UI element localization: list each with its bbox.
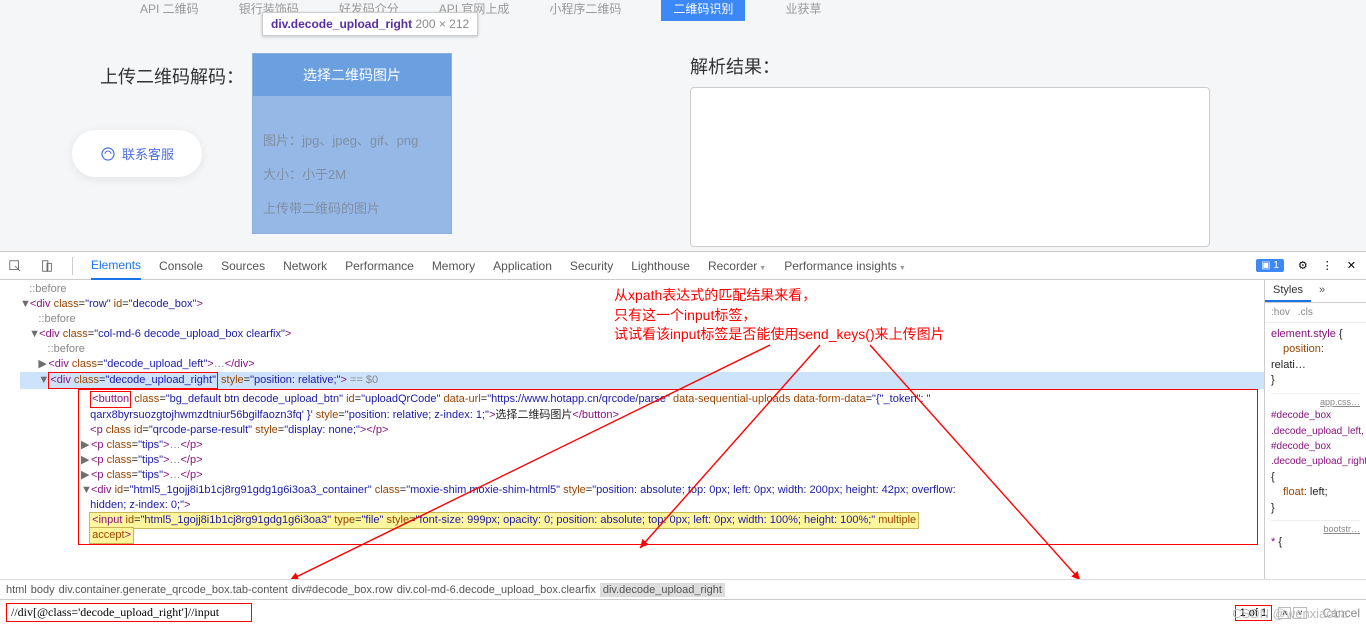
- tab-network[interactable]: Network: [283, 259, 327, 273]
- elements-panel[interactable]: ::before ▼<div class="row" id="decode_bo…: [0, 280, 1264, 579]
- watermark: CSDN @wenxiaoba: [1232, 606, 1348, 621]
- styles-tab[interactable]: Styles: [1265, 280, 1311, 302]
- styles-panel: Styles » :hov .cls element.style { posit…: [1264, 280, 1366, 579]
- tooltip-dims: 200 × 212: [415, 17, 469, 31]
- nav-tab-5[interactable]: 二维码识别: [661, 0, 745, 21]
- close-devtools-icon[interactable]: ✕: [1347, 259, 1356, 272]
- tab-application[interactable]: Application: [493, 259, 552, 273]
- nav-tabs: API 二维码 银行装饰码 好发码介分 API 官网上成 小程序二维码 二维码识…: [0, 0, 1366, 18]
- more-icon[interactable]: ⋮: [1322, 259, 1333, 272]
- upload-tips: 图片：jpg、jpeg、gif、png 大小：小于2M 上传带二维码的图片: [253, 96, 451, 233]
- tab-console[interactable]: Console: [159, 259, 203, 273]
- tab-elements[interactable]: Elements: [91, 258, 141, 280]
- decode-upload-right: 选择二维码图片 图片：jpg、jpeg、gif、png 大小：小于2M 上传带二…: [252, 53, 452, 234]
- devtools-tabs: Elements Console Sources Network Perform…: [0, 252, 1366, 280]
- nav-tab-0[interactable]: API 二维码: [140, 0, 199, 17]
- breadcrumb[interactable]: html body div.container.generate_qrcode_…: [0, 579, 1366, 599]
- tab-performance[interactable]: Performance: [345, 259, 414, 273]
- tooltip-selector: div.decode_upload_right: [271, 17, 412, 31]
- issues-badge[interactable]: ▣ 1: [1256, 259, 1284, 272]
- tip-size: 大小：小于2M: [263, 158, 441, 192]
- tab-recorder[interactable]: Recorder: [708, 259, 766, 273]
- annotation-text: 从xpath表达式的匹配结果来看， 只有这一个input标签， 试试看该inpu…: [614, 286, 945, 345]
- upload-label: 上传二维码解码：: [100, 63, 244, 89]
- nav-tab-4[interactable]: 小程序二维码: [549, 0, 621, 17]
- result-label: 解析结果：: [690, 53, 1266, 79]
- tab-lighthouse[interactable]: Lighthouse: [631, 259, 690, 273]
- page-content: API 二维码 银行装饰码 好发码介分 API 官网上成 小程序二维码 二维码识…: [0, 0, 1366, 251]
- cls-toggle[interactable]: .cls: [1298, 307, 1313, 318]
- search-bar: 1 of 1 ˄ ˅ Cancel: [0, 599, 1366, 625]
- contact-label: 联系客服: [122, 144, 174, 163]
- settings-icon[interactable]: ⚙: [1298, 259, 1308, 272]
- inspect-tooltip: div.decode_upload_right 200 × 212: [262, 12, 478, 36]
- hov-toggle[interactable]: :hov: [1271, 307, 1290, 318]
- styles-more[interactable]: »: [1311, 280, 1333, 302]
- tip-formats: 图片：jpg、jpeg、gif、png: [263, 124, 441, 158]
- search-input[interactable]: [6, 603, 252, 622]
- contact-support-button[interactable]: 联系客服: [72, 130, 202, 177]
- tab-sources[interactable]: Sources: [221, 259, 265, 273]
- tab-perf-insights[interactable]: Performance insights: [784, 259, 906, 273]
- inspect-icon[interactable]: [8, 259, 22, 273]
- tip-note: 上传带二维码的图片: [263, 192, 441, 226]
- device-icon[interactable]: [40, 259, 54, 273]
- devtools-panel: Elements Console Sources Network Perform…: [0, 251, 1366, 625]
- result-textarea[interactable]: [690, 87, 1210, 247]
- nav-tab-6[interactable]: 业获草: [785, 0, 821, 17]
- select-image-button[interactable]: 选择二维码图片: [253, 54, 451, 96]
- tab-memory[interactable]: Memory: [432, 259, 475, 273]
- tab-security[interactable]: Security: [570, 259, 613, 273]
- headset-icon: [100, 146, 116, 162]
